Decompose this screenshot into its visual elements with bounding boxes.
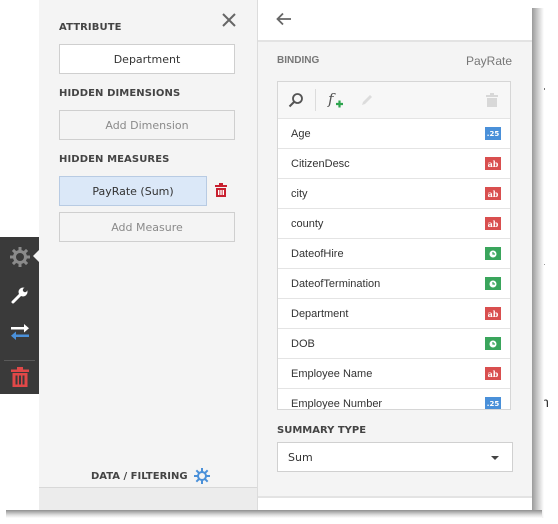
date-type-icon xyxy=(485,337,501,350)
add-calculated-field-icon[interactable]: f xyxy=(326,91,346,109)
attribute-field[interactable]: Department xyxy=(59,44,235,74)
binding-label: BINDING xyxy=(277,55,320,66)
hidden-measures-title: HIDDEN MEASURES xyxy=(59,154,170,165)
item-toolbar xyxy=(0,237,40,394)
add-measure-button[interactable]: Add Measure xyxy=(59,212,235,242)
window-shadow xyxy=(532,8,544,518)
data-filtering-button[interactable]: DATA / FILTERING xyxy=(91,468,210,484)
binding-panel-header xyxy=(258,0,532,42)
field-item-citizendesc[interactable]: CitizenDesc ab xyxy=(278,149,510,179)
data-filtering-label: DATA / FILTERING xyxy=(91,470,188,482)
active-indicator xyxy=(33,249,40,263)
field-item-dob[interactable]: DOB xyxy=(278,329,510,359)
summary-type-label: SUMMARY TYPE xyxy=(277,425,367,436)
field-list: f Age .25 CitizenDesc ab city ab county ab D… xyxy=(277,81,511,410)
string-type-icon: ab xyxy=(485,367,501,380)
binding-panel: BINDING PayRate f Age.25 CitizenDescab xyxy=(258,0,532,510)
number-type-icon: .25 xyxy=(485,127,501,140)
edit-icon[interactable] xyxy=(360,93,374,107)
field-item-department[interactable]: Department ab xyxy=(278,299,510,329)
string-type-icon: ab xyxy=(485,187,501,200)
toolbar-delete-button[interactable] xyxy=(0,360,39,394)
gear-icon xyxy=(9,247,30,267)
date-type-icon xyxy=(485,247,501,260)
attribute-title: ATTRIBUTE xyxy=(59,22,122,33)
toolbar-swap-button[interactable] xyxy=(0,315,39,349)
string-type-icon: ab xyxy=(485,307,501,320)
wrench-icon xyxy=(11,287,27,304)
field-item-employee-name[interactable]: Employee Name ab xyxy=(278,359,510,389)
chevron-down-icon xyxy=(491,456,499,460)
field-item-dateofhire[interactable]: DateofHire xyxy=(278,239,510,269)
panel-footer xyxy=(258,496,532,510)
field-item-employee-number[interactable]: Employee Number .25 xyxy=(278,389,510,409)
window-shadow xyxy=(6,510,542,518)
hidden-dimensions-title: HIDDEN DIMENSIONS xyxy=(59,88,181,99)
svg-text:f: f xyxy=(327,91,336,108)
search-icon[interactable] xyxy=(288,92,304,108)
toolbar-wrench-button[interactable] xyxy=(0,278,39,312)
field-item-county[interactable]: county ab xyxy=(278,209,510,239)
delete-field-icon[interactable] xyxy=(486,93,498,107)
trash-icon xyxy=(10,367,29,387)
number-type-icon: .25 xyxy=(485,397,501,409)
date-type-icon xyxy=(485,277,501,290)
string-type-icon: ab xyxy=(485,157,501,170)
field-item-age[interactable]: Age .25 xyxy=(278,119,510,149)
measure-item[interactable]: PayRate (Sum) xyxy=(59,176,207,206)
delete-measure-icon[interactable] xyxy=(215,183,227,197)
gear-icon xyxy=(193,468,210,484)
field-item-city[interactable]: city ab xyxy=(278,179,510,209)
add-dimension-button[interactable]: Add Dimension xyxy=(59,110,235,140)
close-icon[interactable] xyxy=(220,11,238,29)
field-item-dateoftermination[interactable]: DateofTermination xyxy=(278,269,510,299)
string-type-icon: ab xyxy=(485,217,501,230)
item-options-panel: ATTRIBUTE Department HIDDEN DIMENSIONS A… xyxy=(39,0,258,510)
swap-arrows-icon xyxy=(10,324,29,340)
summary-type-select[interactable]: Sum xyxy=(277,442,513,472)
toolbar-separator xyxy=(315,89,316,111)
back-arrow-icon[interactable] xyxy=(276,12,292,26)
panel-footer xyxy=(39,487,257,510)
summary-type-value: Sum xyxy=(288,450,313,464)
binding-value: PayRate xyxy=(465,54,512,68)
field-list-toolbar: f xyxy=(278,82,510,119)
